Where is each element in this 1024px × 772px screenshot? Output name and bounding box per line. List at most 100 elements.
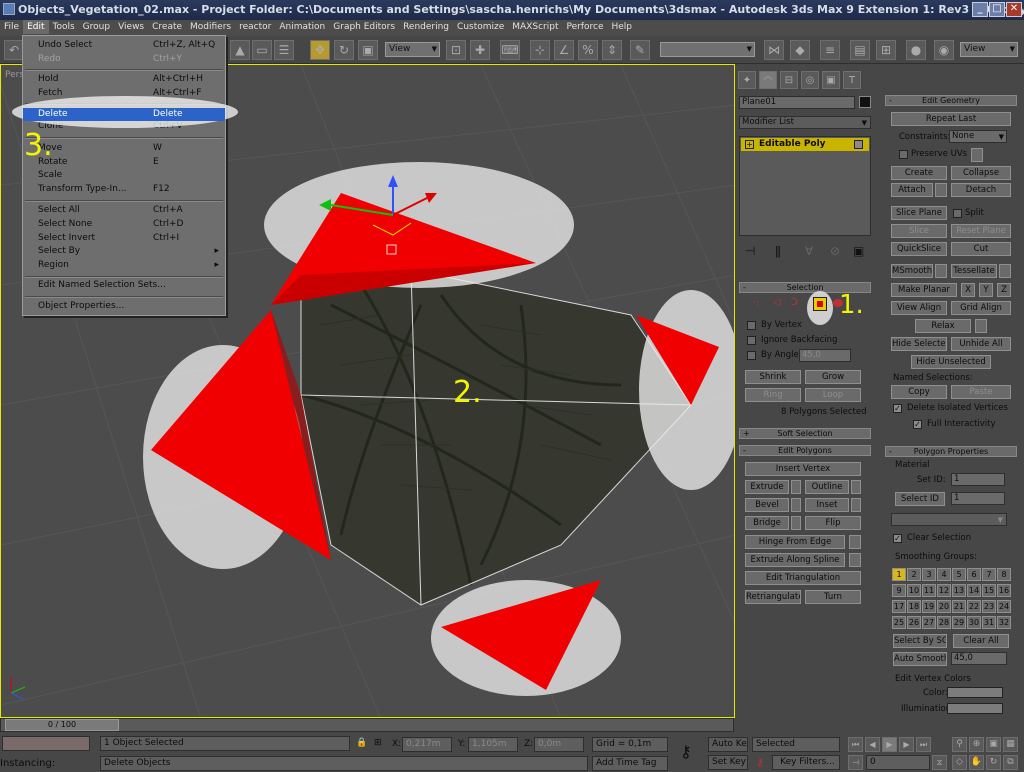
smoothing-group-button[interactable]: 9 [892, 584, 906, 597]
percent-snap-icon[interactable]: % [578, 40, 598, 60]
rotate-icon[interactable]: ↻ [334, 40, 354, 60]
vertex-mode-icon[interactable]: ·: [753, 298, 760, 309]
maxscript-listener[interactable] [2, 736, 90, 751]
menu-item-select-invert[interactable]: Select Invert Ctrl+I [23, 232, 225, 245]
grid-align-button[interactable]: Grid Align [951, 301, 1011, 315]
preserve-uvs-settings-button[interactable] [971, 148, 983, 162]
retriangulate-button[interactable]: Retriangulate [745, 590, 801, 604]
go-to-end-icon[interactable]: ⏭ [916, 737, 931, 752]
material-name-dropdown[interactable]: ▼ [891, 513, 1007, 526]
menu-item-transform-type-in[interactable]: Transform Type-In... F12 [23, 183, 225, 196]
stack-item-editable-poly[interactable]: Editable Poly [741, 138, 869, 151]
menu-rendering[interactable]: Rendering [399, 20, 453, 34]
menu-item-undo-select[interactable]: Undo Select Ctrl+Z, Alt+Q [23, 39, 225, 52]
hinge-from-edge-button[interactable]: Hinge From Edge [745, 535, 845, 549]
spinner-snap-icon[interactable]: ⇕ [602, 40, 622, 60]
auto-smooth-spinner[interactable]: 45,0 [951, 652, 1007, 665]
curve-editor-icon[interactable]: ▤ [850, 40, 870, 60]
maximize-viewport-icon[interactable]: ⧉ [1003, 755, 1018, 770]
menu-views[interactable]: Views [114, 20, 148, 34]
smoothing-group-button[interactable]: 2 [907, 568, 921, 581]
auto-smooth-button[interactable]: Auto Smooth [893, 652, 947, 666]
z-coordinate-field[interactable]: 0,0m [534, 737, 584, 752]
menu-item-edit-named-selection-sets[interactable]: Edit Named Selection Sets... [23, 279, 225, 292]
smoothing-group-button[interactable]: 10 [907, 584, 921, 597]
select-object-icon[interactable]: ▲ [230, 40, 250, 60]
detach-button[interactable]: Detach [951, 183, 1011, 197]
smoothing-group-button[interactable]: 29 [952, 616, 966, 629]
menu-modifiers[interactable]: Modifiers [186, 20, 235, 34]
smoothing-group-button[interactable]: 17 [892, 600, 906, 613]
border-mode-icon[interactable]: Ↄ [791, 297, 798, 308]
smoothing-group-button[interactable]: 6 [967, 568, 981, 581]
show-end-result-icon[interactable]: ǁ [775, 244, 781, 258]
menu-help[interactable]: Help [608, 20, 637, 34]
move-icon[interactable]: ✥ [310, 40, 330, 60]
menu-item-select-by[interactable]: Select By ▸ [23, 245, 225, 258]
msmooth-settings-button[interactable] [935, 264, 947, 278]
utilities-tab-icon[interactable]: T [843, 71, 861, 89]
hierarchy-tab-icon[interactable]: ⊟ [780, 71, 798, 89]
clear-all-button[interactable]: Clear All [953, 634, 1009, 648]
auto-key-button[interactable]: Auto Key [708, 737, 748, 752]
absolute-mode-icon[interactable]: ⊞ [374, 738, 382, 748]
menu-item-scale[interactable]: Scale [23, 169, 225, 182]
material-editor-icon[interactable]: ● [906, 40, 926, 60]
polygon-mode-icon[interactable] [813, 297, 827, 311]
arc-rotate-icon[interactable]: ↻ [986, 755, 1001, 770]
attach-list-button[interactable] [935, 183, 947, 197]
illumination-swatch[interactable] [947, 703, 1003, 714]
bridge-button[interactable]: Bridge [745, 516, 789, 530]
mirror-icon[interactable]: ⋈ [764, 40, 784, 60]
repeat-last-button[interactable]: Repeat Last [891, 112, 1011, 126]
display-tab-icon[interactable]: ▣ [822, 71, 840, 89]
expand-icon[interactable]: + [745, 140, 754, 149]
zoom-extents-all-icon[interactable]: ▦ [1003, 737, 1018, 752]
edit-polygons-rollout-header[interactable]: - Edit Polygons [739, 445, 871, 456]
msmooth-button[interactable]: MSmooth [891, 264, 933, 278]
zoom-icon[interactable]: ⚲ [952, 737, 967, 752]
smoothing-group-button[interactable]: 24 [997, 600, 1011, 613]
maximize-button[interactable]: □ [989, 2, 1005, 17]
modifier-list-dropdown[interactable]: Modifier List ▼ [739, 116, 871, 129]
x-coordinate-field[interactable]: 0,217m [402, 737, 452, 752]
pivot-center-icon[interactable]: ⊡ [446, 40, 466, 60]
key-filters-button[interactable]: Key Filters... [772, 755, 840, 770]
zoom-extents-icon[interactable]: ▣ [986, 737, 1001, 752]
bevel-button[interactable]: Bevel [745, 498, 789, 512]
smoothing-group-button[interactable]: 28 [937, 616, 951, 629]
menu-item-select-none[interactable]: Select None Ctrl+D [23, 218, 225, 231]
collapse-button[interactable]: Collapse [951, 166, 1011, 180]
edge-mode-icon[interactable]: ◁ [773, 297, 781, 308]
extrude-settings-button[interactable] [791, 480, 801, 494]
object-name-field[interactable]: Plane01 [739, 96, 855, 109]
field-of-view-icon[interactable]: ◇ [952, 755, 967, 770]
smoothing-group-button[interactable]: 13 [952, 584, 966, 597]
set-id-spinner[interactable]: 1 [951, 473, 1005, 486]
key-mode-dropdown[interactable]: Selected [752, 737, 840, 752]
cut-button[interactable]: Cut [951, 242, 1011, 256]
scale-icon[interactable]: ▣ [358, 40, 378, 60]
flip-button[interactable]: Flip [805, 516, 861, 530]
planar-z-button[interactable]: Z [997, 283, 1011, 297]
by-angle-checkbox[interactable] [747, 351, 756, 360]
smoothing-group-button[interactable]: 31 [982, 616, 996, 629]
make-unique-icon[interactable]: ∀ [805, 244, 813, 258]
go-to-start-icon[interactable]: ⏮ [848, 737, 863, 752]
select-by-name-icon[interactable]: ☰ [274, 40, 294, 60]
planar-x-button[interactable]: X [961, 283, 975, 297]
shrink-button[interactable]: Shrink [745, 370, 801, 384]
angle-snap-icon[interactable]: ∠ [554, 40, 574, 60]
smoothing-group-button[interactable]: 1 [892, 568, 906, 581]
preserve-uvs-checkbox[interactable] [899, 150, 908, 159]
close-button[interactable]: ✕ [1006, 2, 1022, 17]
soft-selection-rollout-header[interactable]: + Soft Selection [739, 428, 871, 439]
insert-vertex-button[interactable]: Insert Vertex [745, 462, 861, 476]
constraints-dropdown[interactable]: None ▼ [949, 130, 1007, 143]
reference-coord-dropdown[interactable]: View [385, 42, 440, 57]
select-id-spinner[interactable]: 1 [951, 492, 1005, 505]
select-region-icon[interactable]: ▭ [252, 40, 272, 60]
inset-button[interactable]: Inset [805, 498, 849, 512]
smoothing-group-button[interactable]: 18 [907, 600, 921, 613]
smoothing-group-button[interactable]: 14 [967, 584, 981, 597]
